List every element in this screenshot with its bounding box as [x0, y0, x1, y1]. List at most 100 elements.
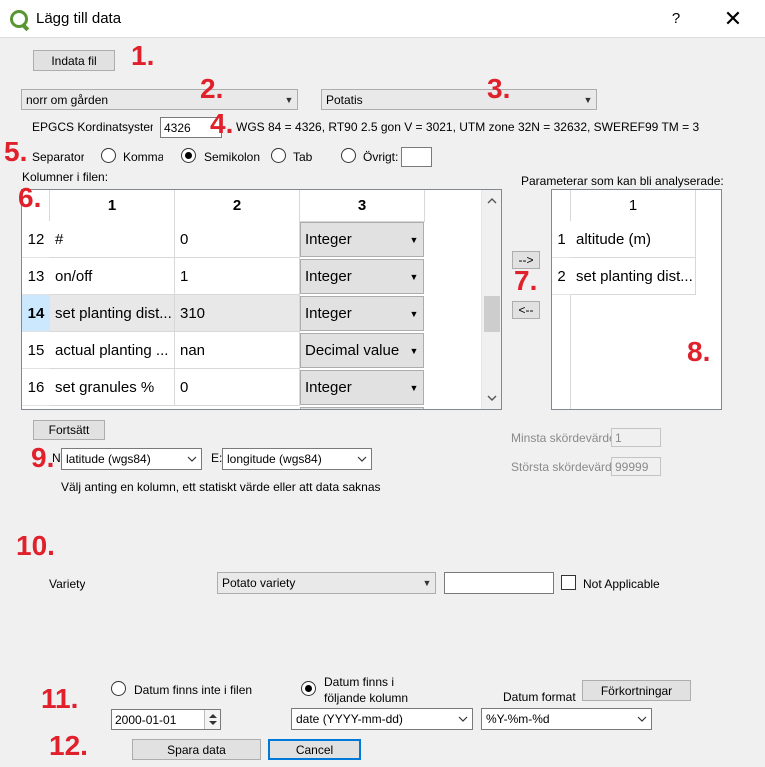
row-header[interactable]: 12 [22, 221, 50, 258]
latitude-select[interactable]: latitude (wgs84) [61, 448, 202, 470]
latitude-select-value: latitude (wgs84) [66, 452, 151, 466]
type-select-value: Decimal value [305, 342, 400, 359]
crop-select-value: Potatis [326, 92, 363, 107]
scroll-up-icon[interactable] [482, 192, 501, 210]
date-format-select[interactable]: %Y-%m-%d [481, 708, 652, 730]
separator-semicolon-label: Semikolon [204, 150, 261, 164]
variety-text-input[interactable] [444, 572, 554, 594]
column-header-2[interactable]: 2 [175, 190, 300, 222]
close-button[interactable]: ✕ [720, 6, 746, 32]
chevron-down-icon: ▼ [284, 94, 294, 105]
date-column-select[interactable]: date (YYYY-mm-dd) [291, 708, 473, 730]
qgis-logo-icon [10, 10, 28, 28]
table-cell-name[interactable]: set granules % [50, 369, 175, 406]
type-select[interactable]: Integer ▼ [300, 296, 424, 331]
separator-other-radio[interactable] [341, 148, 356, 163]
params-label: Parameterar som kan bli analyserade: [521, 174, 724, 188]
chevron-down-icon: ▼ [583, 94, 593, 105]
input-file-button[interactable]: Indata fil [33, 50, 115, 71]
chevron-down-icon: ▼ [422, 578, 432, 588]
not-applicable-label: Not Applicable [583, 577, 660, 591]
cancel-button[interactable]: Cancel [268, 739, 361, 760]
marker-7: 7. [514, 265, 538, 296]
date-in-column-label-1: Datum finns i [324, 675, 395, 689]
date-in-column-radio[interactable] [301, 681, 316, 696]
table-cell-value[interactable]: 0 [175, 221, 300, 258]
variety-select[interactable]: Potato variety ▼ [217, 572, 436, 594]
chevron-down-icon [633, 709, 651, 729]
params-cell-name[interactable]: set planting dist... [571, 258, 696, 295]
marker-3: 3. [487, 73, 511, 104]
help-button[interactable]: ? [664, 8, 688, 30]
marker-12: 12. [49, 730, 88, 761]
separator-label: Separator [32, 150, 84, 164]
type-select[interactable]: Decimal value ▼ [300, 333, 424, 368]
params-table[interactable]: 1 1 altitude (m) 2 set planting dist... [551, 189, 722, 410]
separator-other-input[interactable] [401, 147, 432, 167]
row-header[interactable]: 13 [22, 258, 50, 295]
chevron-down-icon: ▼ [409, 382, 419, 393]
no-date-radio[interactable] [111, 681, 126, 696]
date-format-label: Datum format [503, 690, 576, 704]
marker-9: 9. [31, 442, 55, 473]
row-header[interactable]: 16 [22, 369, 50, 406]
table-cell-name[interactable]: set planting dist... [50, 295, 175, 332]
column-header-1[interactable]: 1 [50, 190, 175, 222]
table-cell-value[interactable]: 310 [175, 295, 300, 332]
params-cell-name[interactable]: altitude (m) [571, 221, 696, 258]
min-yield-input[interactable]: 1 [611, 428, 661, 447]
longitude-select[interactable]: longitude (wgs84) [222, 448, 372, 470]
marker-6: 6. [18, 182, 42, 213]
params-row-header[interactable]: 2 [552, 258, 571, 295]
field-select[interactable]: norr om gården ▼ [21, 89, 298, 110]
scroll-down-icon[interactable] [482, 389, 501, 407]
table-cell-name[interactable]: on/off [50, 258, 175, 295]
marker-10: 10. [16, 530, 55, 561]
max-yield-input[interactable]: 99999 [611, 457, 661, 476]
max-yield-label: Största skördevärde [511, 460, 611, 474]
abbreviations-button[interactable]: Förkortningar [582, 680, 691, 701]
separator-comma-radio[interactable] [101, 148, 116, 163]
table-cell-value[interactable]: 0 [175, 369, 300, 406]
scroll-thumb[interactable] [484, 296, 500, 332]
crop-select[interactable]: Potatis ▼ [321, 89, 597, 110]
date-input-value: 2000-01-01 [115, 712, 177, 727]
params-column-header[interactable]: 1 [571, 190, 696, 222]
separator-tab-radio[interactable] [271, 148, 286, 163]
row-header[interactable]: 15 [22, 332, 50, 369]
type-select-partial [300, 407, 424, 409]
table-cell-value[interactable]: nan [175, 332, 300, 369]
longitude-select-value: longitude (wgs84) [227, 452, 322, 466]
field-select-value: norr om gården [26, 92, 109, 107]
table-cell-name[interactable]: actual planting ... [50, 332, 175, 369]
type-select[interactable]: Integer ▼ [300, 370, 424, 405]
continue-button[interactable]: Fortsätt [33, 420, 105, 440]
row-header-selected[interactable]: 14 [22, 295, 50, 332]
table-cell-value[interactable]: 1 [175, 258, 300, 295]
columns-table[interactable]: 1 2 3 12 # 0 Integer ▼ 13 on/off 1 Intege… [21, 189, 502, 410]
spinner-arrows-icon [209, 714, 217, 725]
type-select[interactable]: Integer ▼ [300, 222, 424, 257]
marker-5: 5. [4, 136, 28, 167]
marker-11: 11. [41, 683, 79, 714]
move-left-button[interactable]: <-- [512, 301, 540, 319]
columns-table-scrollbar[interactable] [481, 190, 501, 409]
date-spinner[interactable] [204, 710, 220, 729]
date-in-column-label-2: följande kolumn [324, 691, 409, 705]
chevron-down-icon [183, 449, 201, 469]
type-select-value: Integer [305, 305, 352, 322]
chevron-down-icon: ▼ [409, 271, 419, 282]
window-title: Lägg till data [36, 10, 122, 27]
separator-comma-label: Komma [123, 150, 163, 164]
no-date-label: Datum finns inte i filen [134, 683, 253, 697]
column-header-3[interactable]: 3 [300, 190, 425, 222]
params-divider [570, 295, 571, 409]
marker-8: 8. [687, 336, 711, 367]
not-applicable-checkbox[interactable] [561, 575, 576, 590]
separator-semicolon-radio[interactable] [181, 148, 196, 163]
params-row-header[interactable]: 1 [552, 221, 571, 258]
table-cell-name[interactable]: # [50, 221, 175, 258]
table-corner [552, 190, 571, 222]
save-data-button[interactable]: Spara data [132, 739, 261, 760]
type-select[interactable]: Integer ▼ [300, 259, 424, 294]
